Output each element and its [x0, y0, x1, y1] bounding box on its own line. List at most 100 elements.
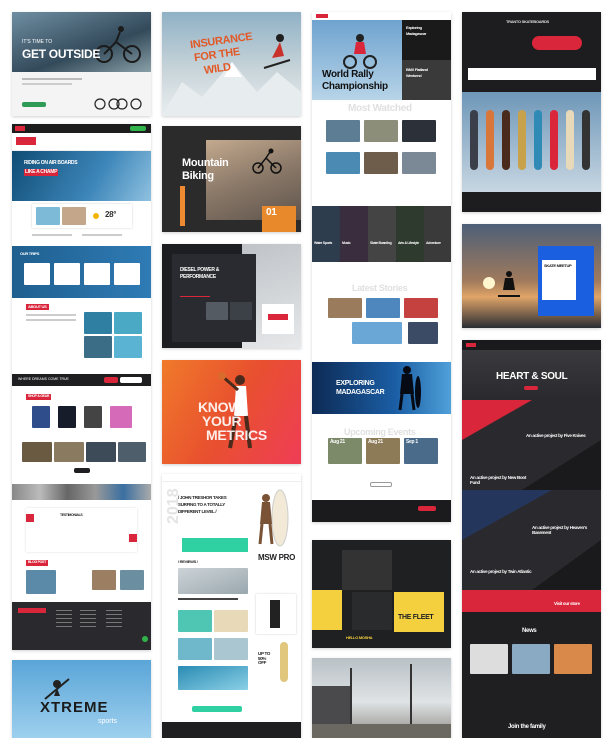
cta-button[interactable] — [22, 102, 46, 107]
load-more-button[interactable] — [74, 468, 90, 473]
side-strip — [180, 186, 185, 226]
skateboard-deck[interactable] — [566, 110, 574, 170]
thumb-the-fleet[interactable]: HEART & SOUL THE FLEET HELLO MOSHA — [312, 540, 451, 648]
biker-icon — [252, 148, 282, 174]
fleet-subtitle: HELLO MOSHA — [346, 635, 373, 640]
skier-icon — [263, 34, 291, 69]
video-thumb[interactable] — [402, 120, 436, 142]
hero-photo — [12, 151, 151, 201]
chat-icon[interactable] — [142, 636, 148, 642]
visit-store-link[interactable]: Visit our store — [554, 601, 580, 607]
most-watched-heading: Most Watched — [348, 103, 412, 114]
body-text — [22, 78, 82, 80]
trip-card[interactable] — [114, 263, 140, 285]
photo-strip — [12, 484, 151, 500]
thumb-know-your-metrics[interactable]: KNOW YOUR METRICS — [162, 360, 301, 464]
side-feature[interactable] — [402, 60, 451, 100]
logo-strip — [468, 68, 596, 80]
product-wetsuit[interactable] — [32, 406, 50, 428]
thumb-mountain-biking[interactable]: Mountain Biking 01 — [162, 126, 301, 232]
thumb-insurance[interactable]: INSURANCE FOR THE WILD — [162, 12, 301, 116]
hero-headline-line1: Mountain — [182, 157, 229, 169]
story-thumb[interactable] — [366, 298, 400, 318]
join-heading: Join the family — [508, 724, 546, 730]
trip-card[interactable] — [84, 263, 110, 285]
gallery-photo — [118, 442, 146, 462]
fleet-headline: THE FLEET — [398, 614, 434, 621]
thumb-airboards[interactable]: RIDING ON AIR BOARDS LIKE A CHAMP 28° OU… — [12, 124, 151, 650]
hero-headline-line1: DIESEL POWER & — [180, 267, 220, 273]
meetup-title: SKATE MEETUP — [544, 263, 572, 268]
hero-headline-line2: Biking — [182, 170, 214, 182]
product-board[interactable] — [110, 406, 132, 428]
footer-button[interactable] — [418, 506, 436, 511]
trip-card[interactable] — [54, 263, 80, 285]
category-tile[interactable] — [424, 206, 451, 262]
thumb-tranto-skateboards[interactable]: TRANTO SKATEBOARDS — [462, 12, 601, 212]
hero-headline-line1: RIDING ON AIR BOARDS — [24, 160, 78, 166]
testimonial-avatar — [26, 514, 34, 522]
sale-label: UP TO 50% OFF — [258, 651, 271, 665]
surfer-silhouette-icon — [398, 366, 421, 411]
video-thumb[interactable] — [364, 120, 398, 142]
about-photo — [114, 312, 142, 334]
boards-area — [462, 92, 601, 192]
signup-button[interactable] — [130, 126, 146, 131]
video-thumb[interactable] — [326, 120, 360, 142]
category-tile[interactable] — [368, 206, 396, 262]
thumb-skate-meetup[interactable]: SKATE MEETUP — [462, 224, 601, 328]
category-tile[interactable] — [312, 206, 340, 262]
thumb-heart-and-soul[interactable]: HEART & SOUL An active project by Five K… — [462, 340, 601, 738]
hero-headline: GET OUTSIDE — [22, 47, 101, 61]
story-thumb[interactable] — [352, 322, 402, 344]
cta-band-button[interactable] — [120, 377, 142, 383]
skateboard-deck[interactable] — [534, 110, 542, 170]
view-all-button[interactable] — [370, 482, 392, 487]
skateboard-deck[interactable] — [550, 110, 558, 170]
hero-button[interactable] — [524, 386, 538, 390]
category-tile[interactable] — [396, 206, 424, 262]
event-date: Aug 21 — [330, 439, 345, 445]
category-label: Adventure — [426, 241, 441, 245]
thumb-surf-magazine[interactable]: 2018 / JOHN TRESHOR TAKES SURFING TO A T… — [162, 474, 301, 738]
review-text — [178, 598, 238, 600]
category-tile[interactable] — [340, 206, 368, 262]
product-shirt[interactable] — [58, 406, 76, 428]
top-nav — [462, 340, 601, 350]
blog-heading: BLOG POST — [26, 560, 48, 566]
story-thumb[interactable] — [408, 322, 438, 344]
skateboard-deck[interactable] — [582, 110, 590, 170]
feature-title-line1: BMX Flatland — [406, 67, 428, 72]
skateboard-deck[interactable] — [470, 110, 478, 170]
story-thumb[interactable] — [328, 298, 362, 318]
skateboard-deck[interactable] — [502, 110, 510, 170]
quote-line3: DIFFERENT LEVEL / — [178, 509, 217, 514]
madagascar-banner — [312, 362, 451, 414]
thumb-xtreme-sports[interactable]: Exploring XTREME sports — [12, 660, 151, 738]
subscribe-box[interactable] — [182, 538, 248, 552]
news-card[interactable] — [470, 644, 508, 674]
video-thumb[interactable] — [402, 152, 436, 174]
thumb-action-sports-portal[interactable]: Exploring Madagascar BMX Flatland Weeken… — [312, 12, 451, 522]
body-text — [22, 83, 72, 85]
cta-band-button[interactable] — [104, 377, 118, 383]
testimonials-heading: TESTIMONIALS — [60, 513, 83, 517]
hero-headline: HEART & SOUL — [496, 371, 568, 382]
truck-photo — [206, 302, 228, 320]
subscribe-button[interactable] — [192, 706, 242, 712]
about-label: ABOUT US — [26, 304, 49, 310]
video-thumb[interactable] — [326, 152, 360, 174]
video-thumb[interactable] — [364, 152, 398, 174]
news-card[interactable] — [512, 644, 550, 674]
thumb-diesel[interactable]: DIESEL POWER & PERFORMANCE — [162, 244, 301, 348]
thumb-street-photo[interactable] — [312, 658, 451, 738]
skateboard-deck[interactable] — [518, 110, 526, 170]
news-card[interactable] — [554, 644, 592, 674]
news-heading: News — [522, 628, 537, 634]
skateboard-deck[interactable] — [486, 110, 494, 170]
product-fins[interactable] — [84, 406, 102, 428]
top-nav — [312, 12, 451, 20]
story-thumb[interactable] — [404, 298, 438, 318]
trip-card[interactable] — [24, 263, 50, 285]
thumb-get-outside[interactable]: IT'S TIME TO GET OUTSIDE — [12, 12, 151, 116]
